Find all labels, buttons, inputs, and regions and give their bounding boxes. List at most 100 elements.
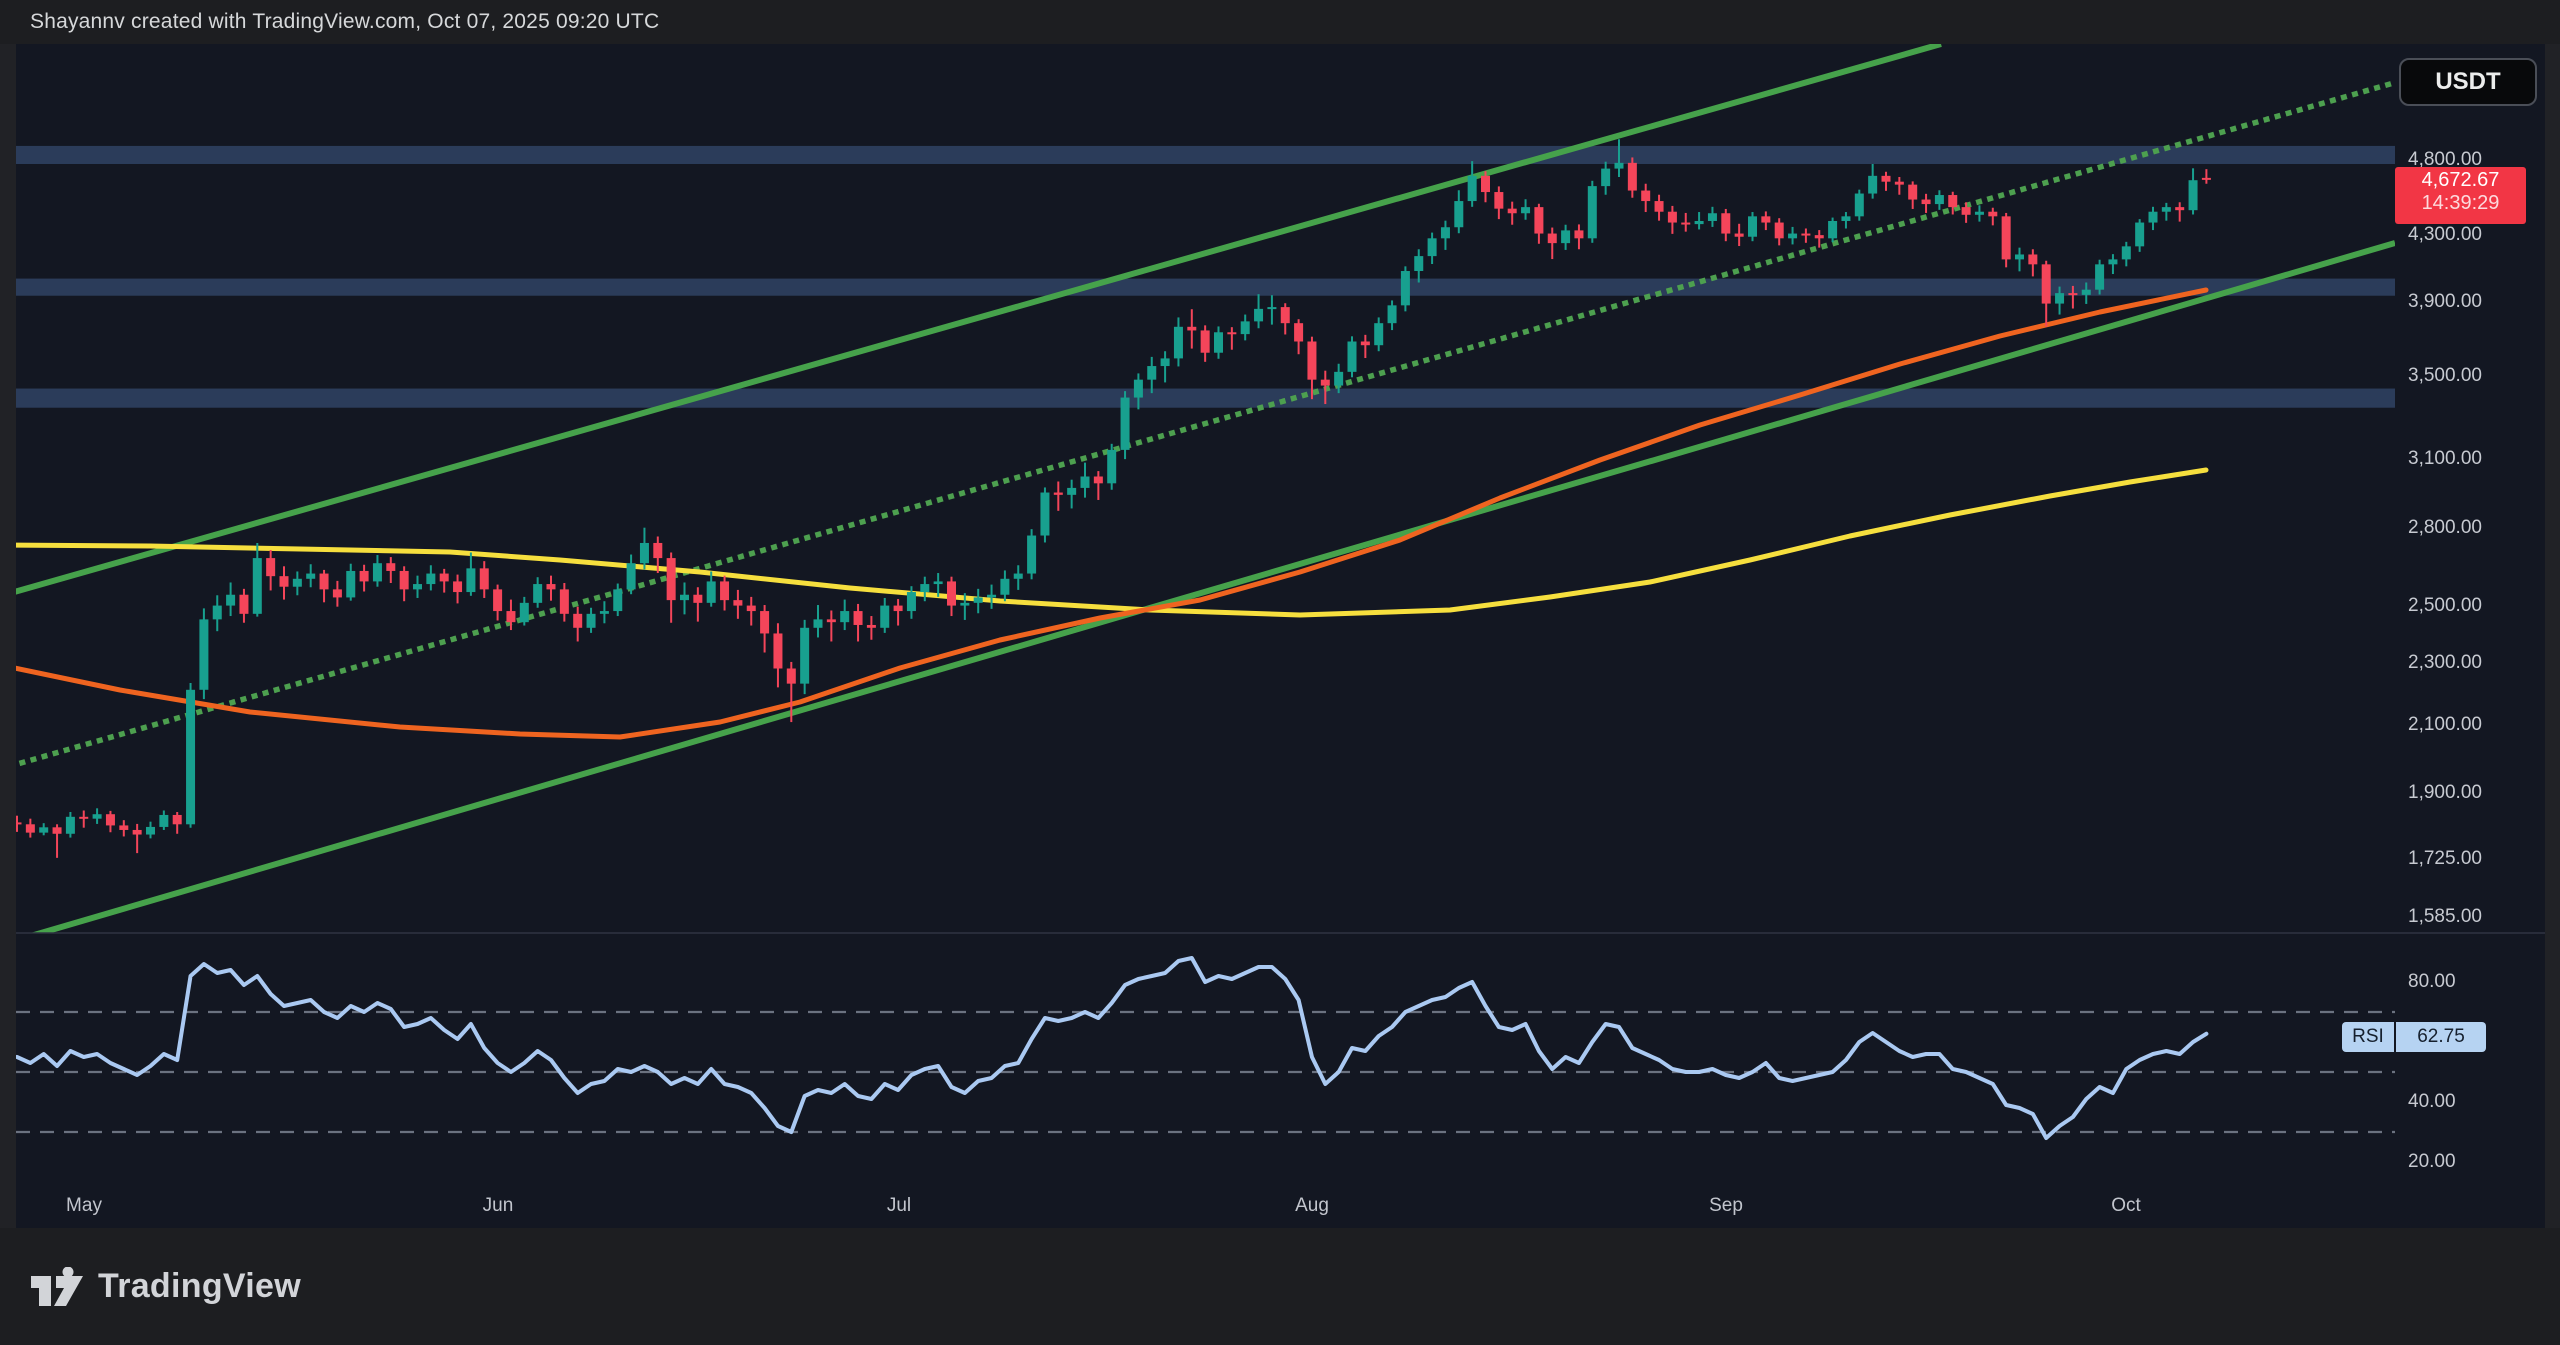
price-axis-label: 1,725.00: [2408, 848, 2482, 870]
tradingview-wordmark[interactable]: TradingView: [98, 1267, 301, 1306]
price-axis-label: 3,900.00: [2408, 291, 2482, 313]
candle-body: [1307, 341, 1316, 379]
candle-body: [1534, 207, 1543, 233]
candle-body: [1574, 230, 1583, 238]
candle-body: [2002, 216, 2011, 259]
candle-body: [1628, 163, 1637, 191]
candle-body: [920, 584, 929, 592]
candle-body: [1454, 201, 1463, 227]
currency-toggle-button[interactable]: USDT: [2399, 58, 2537, 106]
candle-body: [119, 825, 128, 830]
candle-body: [1428, 238, 1437, 256]
candle-body: [1935, 195, 1944, 204]
sr-zone-resistance-4800: [16, 146, 2395, 164]
candle-body: [1735, 234, 1744, 237]
rsi-axis-label: 80.00: [2408, 971, 2456, 993]
price-axis-label: 1,900.00: [2408, 782, 2482, 804]
candle-body: [1348, 341, 1357, 371]
month-label-jul: Jul: [859, 1195, 939, 1217]
tradingview-logo-icon[interactable]: [30, 1267, 84, 1307]
candle-body: [800, 628, 809, 684]
candle-body: [239, 595, 248, 614]
candle-body: [226, 595, 235, 606]
candle-body: [987, 595, 996, 598]
candle-body: [894, 606, 903, 611]
candle-body: [1548, 234, 1557, 244]
price-axis-label: 3,100.00: [2408, 448, 2482, 470]
rsi-indicator-label: RSI: [2342, 1022, 2394, 1052]
candle-body: [2135, 223, 2144, 247]
candle-body: [1468, 176, 1477, 201]
candle-body: [733, 600, 742, 605]
candle-body: [93, 814, 102, 818]
candle-body: [934, 581, 943, 584]
candle-body: [1801, 234, 1810, 236]
candle-body: [2068, 293, 2077, 295]
candle-body: [2189, 180, 2198, 210]
candle-body: [373, 563, 382, 581]
sr-zone-support-3400: [16, 389, 2395, 408]
candle-body: [720, 581, 729, 600]
candle-body: [2015, 254, 2024, 259]
candle-body: [39, 827, 48, 832]
candle-body: [440, 574, 449, 582]
candle-body: [1655, 201, 1664, 212]
candle-body: [493, 589, 502, 611]
candle-body: [814, 619, 823, 627]
candle-body: [173, 815, 182, 824]
tradingview-footer: TradingView: [0, 1228, 2560, 1345]
candle-body: [2175, 207, 2184, 210]
candle-body: [2095, 264, 2104, 289]
price-axis-label: 2,800.00: [2408, 517, 2482, 539]
candle-body: [2149, 212, 2158, 223]
candle-body: [1828, 221, 1837, 238]
candle-body: [1508, 209, 1517, 214]
candle-body: [827, 619, 836, 622]
sr-zone-support-3950: [16, 279, 2395, 296]
candle-body: [79, 817, 88, 819]
candle-body: [1254, 309, 1263, 322]
candle-body: [1815, 235, 1824, 238]
candle-body: [520, 603, 529, 622]
candle-body: [1948, 195, 1957, 207]
price-chart-canvas[interactable]: [0, 0, 2560, 1345]
month-label-aug: Aug: [1272, 1195, 1352, 1217]
price-axis-label: 3,500.00: [2408, 365, 2482, 387]
candle-body: [1187, 327, 1196, 331]
candle-body: [1241, 321, 1250, 334]
candle-body: [506, 611, 515, 622]
candle-body: [627, 563, 636, 589]
candle-body: [1267, 307, 1276, 309]
candle-body: [1000, 579, 1009, 595]
candle-body: [1882, 176, 1891, 182]
candle-body: [787, 668, 796, 683]
candle-body: [106, 814, 115, 825]
candle-body: [640, 543, 649, 563]
last-price-value: 4,672.67: [2395, 169, 2526, 192]
candle-body: [880, 606, 889, 628]
candle-body: [480, 568, 489, 589]
price-axis-label: 4,300.00: [2408, 224, 2482, 246]
candle-body: [186, 690, 195, 824]
candle-body: [413, 584, 422, 589]
candle-body: [1121, 398, 1130, 450]
candle-body: [1027, 536, 1036, 574]
candle-body: [1067, 488, 1076, 495]
candle-body: [2055, 293, 2064, 303]
candle-body: [587, 614, 596, 628]
candle-body: [747, 606, 756, 611]
candle-body: [613, 589, 622, 611]
candle-body: [400, 571, 409, 589]
candle-body: [867, 625, 876, 628]
price-axis-label: 2,500.00: [2408, 595, 2482, 617]
candle-body: [1708, 213, 1717, 221]
candle-body: [1401, 271, 1410, 305]
candle-body: [1054, 493, 1063, 495]
candle-body: [1294, 323, 1303, 341]
month-label-oct: Oct: [2086, 1195, 2166, 1217]
candle-body: [1788, 234, 1797, 239]
candle-body: [133, 830, 142, 835]
rsi-axis-label: 20.00: [2408, 1151, 2456, 1173]
last-price-badge: 4,672.67 14:39:29: [2395, 167, 2526, 224]
month-label-may: May: [44, 1195, 124, 1217]
